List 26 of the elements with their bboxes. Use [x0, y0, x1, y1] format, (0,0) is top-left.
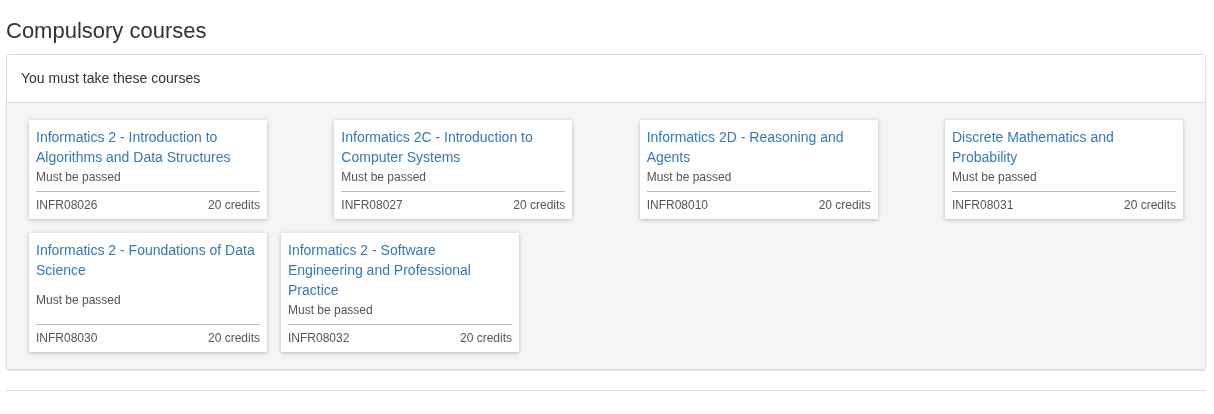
requirement-text: Must be passed: [36, 169, 122, 185]
course-code: INFR08030: [36, 330, 98, 346]
course-title-link[interactable]: Informatics 2C - Introduction to Computer Systems: [341, 127, 566, 167]
credits-text: 20 credits: [818, 197, 871, 213]
course-title-link[interactable]: Informatics 2D - Reasoning and Agents: [646, 127, 871, 167]
credits-text: 20 credits: [513, 197, 566, 213]
course-title-link[interactable]: Discrete Mathematics and Probability: [952, 127, 1176, 167]
course-code: INFR08032: [288, 330, 350, 346]
credits-text: 20 credits: [1123, 197, 1176, 213]
requirement-text: Must be passed: [288, 302, 374, 318]
panel-header-text: You must take these courses: [21, 69, 201, 88]
course-title-link[interactable]: Informatics 2 - Foundations of Data Science: [36, 240, 260, 280]
requirement-text: Must be passed: [952, 169, 1038, 185]
credits-text: 20 credits: [207, 330, 260, 346]
course-code: INFR08026: [36, 197, 98, 213]
course-title-link[interactable]: Informatics 2 - Introduction to Algorithms and Data Structures: [36, 127, 260, 167]
requirement-text: Must be passed: [646, 169, 733, 185]
credits-text: 20 credits: [459, 330, 512, 346]
course-title-link[interactable]: Informatics 2 - Software Engineering and Professional Practice: [288, 240, 512, 300]
page-heading: Compulsory courses: [6, 17, 208, 45]
requirement-text: Must be passed: [341, 169, 428, 185]
course-code: INFR08027: [341, 197, 403, 213]
course-code: INFR08031: [952, 197, 1014, 213]
credits-text: 20 credits: [207, 197, 260, 213]
requirement-text: Must be passed: [36, 292, 122, 308]
course-code: INFR08010: [646, 197, 709, 213]
